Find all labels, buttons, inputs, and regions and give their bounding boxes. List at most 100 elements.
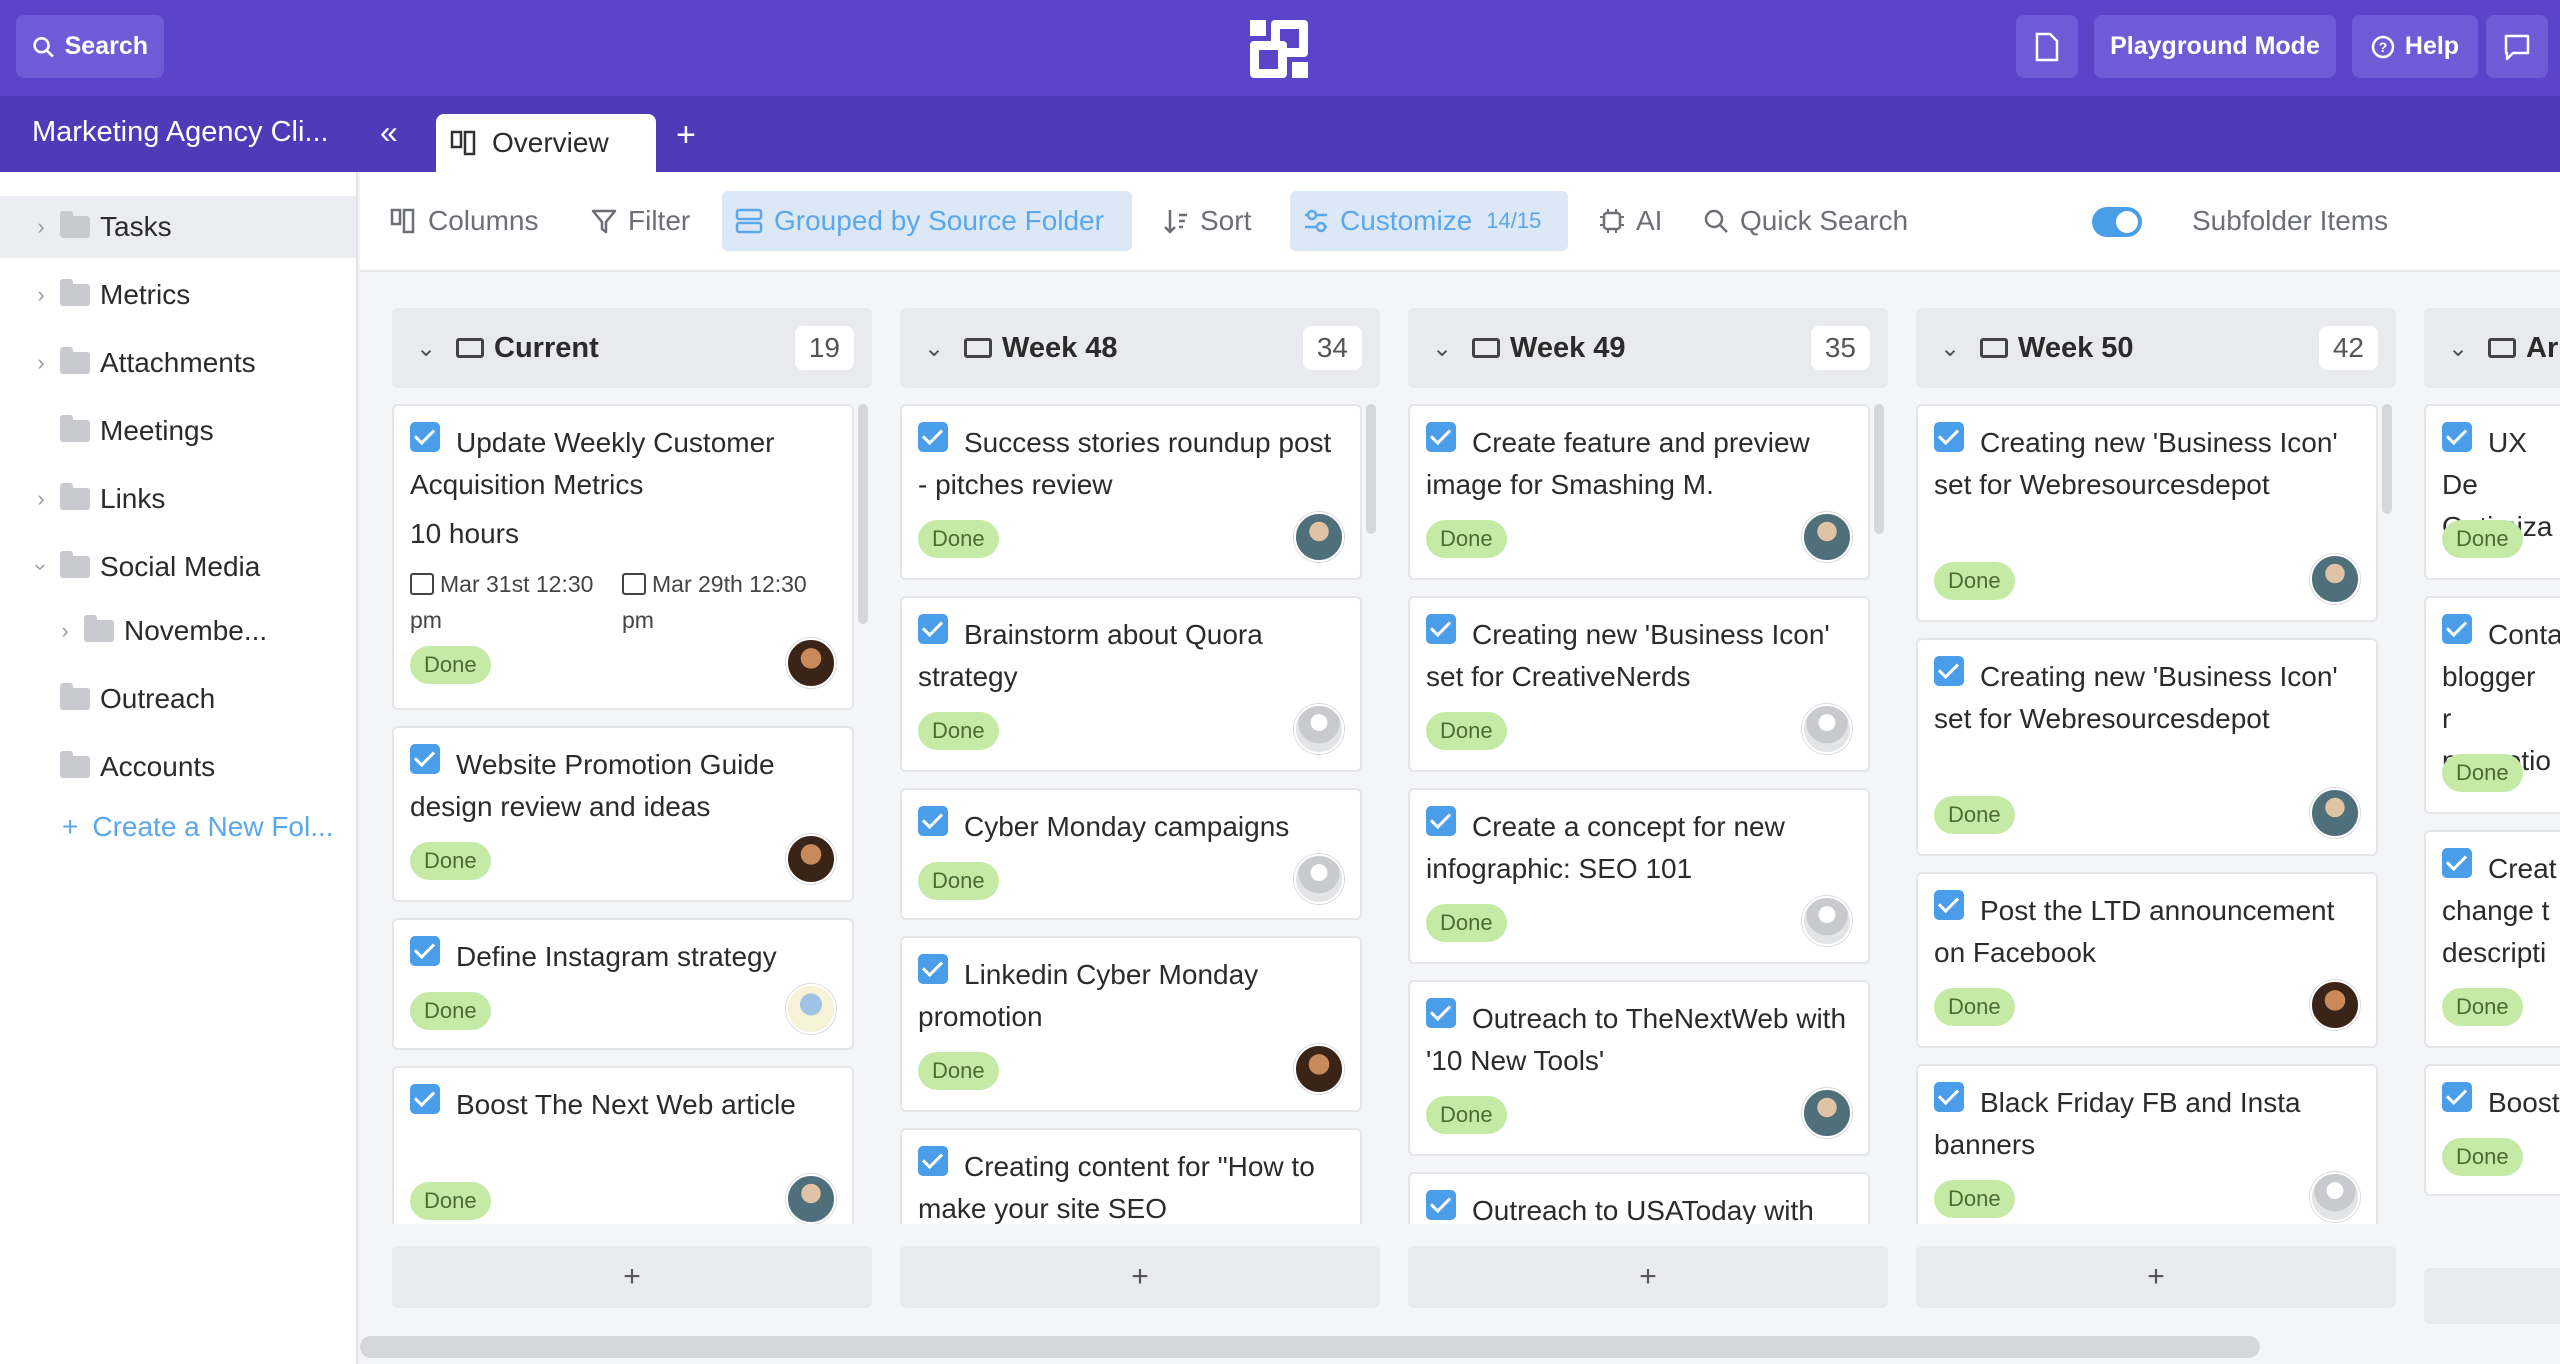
avatar[interactable] bbox=[786, 638, 836, 688]
customize-button[interactable]: Customize 14/15 bbox=[1290, 191, 1568, 251]
sidebar-item-outreach[interactable]: Outreach bbox=[0, 668, 356, 730]
task-card[interactable]: Post the LTD announcement on Facebook Do… bbox=[1916, 872, 2378, 1048]
task-card[interactable]: Creating content for "How to make your s… bbox=[900, 1128, 1362, 1224]
column-header[interactable]: ⌄ Ar bbox=[2424, 308, 2560, 388]
avatar[interactable] bbox=[786, 834, 836, 884]
task-card[interactable]: Cyber Monday campaigns Done bbox=[900, 788, 1362, 920]
status-badge[interactable]: Done bbox=[1934, 1180, 2015, 1218]
task-card[interactable]: Create feature and preview image for Sma… bbox=[1408, 404, 1870, 580]
column-header[interactable]: ⌄ Current 19 bbox=[392, 308, 872, 388]
task-card[interactable]: Linkedin Cyber Monday promotion Done bbox=[900, 936, 1362, 1112]
help-button[interactable]: ? Help bbox=[2352, 15, 2478, 78]
add-card-button[interactable]: + bbox=[900, 1246, 1380, 1308]
add-tab-button[interactable]: + bbox=[676, 116, 696, 155]
subfolder-items-toggle[interactable] bbox=[2092, 207, 2142, 237]
chevron-down-icon[interactable]: ⌄ bbox=[2448, 334, 2478, 363]
task-card[interactable]: Creating new 'Business Icon' set for Cre… bbox=[1408, 596, 1870, 772]
collapse-sidebar-icon[interactable]: « bbox=[380, 114, 398, 151]
avatar[interactable] bbox=[786, 984, 836, 1034]
column-scrollbar[interactable] bbox=[858, 404, 868, 624]
add-card-button[interactable]: + bbox=[392, 1246, 872, 1308]
ai-button[interactable]: AI bbox=[1586, 191, 1674, 251]
task-card[interactable]: Brainstorm about Quora strategy Done bbox=[900, 596, 1362, 772]
status-badge[interactable]: Done bbox=[2442, 520, 2523, 558]
avatar[interactable] bbox=[786, 1174, 836, 1224]
chevron-down-icon[interactable]: ⌄ bbox=[924, 334, 954, 363]
column-scrollbar[interactable] bbox=[2382, 404, 2392, 514]
tab-overview[interactable]: Overview bbox=[436, 114, 656, 172]
status-badge[interactable]: Done bbox=[410, 842, 491, 880]
sidebar-item-attachments[interactable]: › Attachments bbox=[0, 332, 356, 394]
sidebar-item-metrics[interactable]: › Metrics bbox=[0, 264, 356, 326]
document-button[interactable] bbox=[2016, 15, 2078, 78]
search-button[interactable]: Search bbox=[16, 15, 164, 78]
task-card[interactable]: Website Promotion Guide design review an… bbox=[392, 726, 854, 902]
avatar[interactable] bbox=[1802, 1088, 1852, 1138]
chevron-down-icon[interactable]: ⌄ bbox=[1432, 334, 1462, 363]
task-card[interactable]: Black Friday FB and Insta banners Done bbox=[1916, 1064, 2378, 1224]
column-header[interactable]: ⌄ Week 50 42 bbox=[1916, 308, 2396, 388]
sidebar-item-links[interactable]: › Links bbox=[0, 468, 356, 530]
filter-button[interactable]: Filter bbox=[578, 191, 702, 251]
workspace-title[interactable]: Marketing Agency Cli... bbox=[32, 116, 329, 149]
status-badge[interactable]: Done bbox=[1934, 562, 2015, 600]
sidebar-item-meetings[interactable]: Meetings bbox=[0, 400, 356, 462]
task-card[interactable]: Boost Done bbox=[2424, 1064, 2560, 1196]
status-badge[interactable]: Done bbox=[410, 1182, 491, 1220]
avatar[interactable] bbox=[2310, 554, 2360, 604]
status-badge[interactable]: Done bbox=[918, 712, 999, 750]
avatar[interactable] bbox=[1802, 896, 1852, 946]
avatar[interactable] bbox=[1294, 512, 1344, 562]
task-card[interactable]: Conta blogger r promotio Done bbox=[2424, 596, 2560, 814]
task-card[interactable]: Creat change t descripti Done bbox=[2424, 830, 2560, 1048]
task-card[interactable]: Outreach to TheNextWeb with '10 New Tool… bbox=[1408, 980, 1870, 1156]
avatar[interactable] bbox=[1802, 704, 1852, 754]
task-card[interactable]: Create a concept for new infographic: SE… bbox=[1408, 788, 1870, 964]
task-card[interactable]: Define Instagram strategy Done bbox=[392, 918, 854, 1050]
task-card[interactable]: Creating new 'Business Icon' set for Web… bbox=[1916, 404, 2378, 622]
status-badge[interactable]: Done bbox=[2442, 754, 2523, 792]
column-scrollbar[interactable] bbox=[1366, 404, 1376, 534]
chat-button[interactable] bbox=[2486, 15, 2548, 78]
avatar[interactable] bbox=[2310, 1172, 2360, 1222]
status-badge[interactable]: Done bbox=[1426, 712, 1507, 750]
add-card-button[interactable]: + bbox=[1916, 1246, 2396, 1308]
chevron-right-icon[interactable]: › bbox=[30, 486, 52, 512]
chevron-down-icon[interactable]: ⌄ bbox=[416, 334, 446, 363]
status-badge[interactable]: Done bbox=[918, 1052, 999, 1090]
sidebar-item-accounts[interactable]: Accounts bbox=[0, 736, 356, 798]
task-card[interactable]: Boost The Next Web article Done bbox=[392, 1066, 854, 1224]
status-badge[interactable]: Done bbox=[2442, 988, 2523, 1026]
quick-search-button[interactable]: Quick Search bbox=[1690, 191, 1920, 251]
status-badge[interactable]: Done bbox=[1426, 520, 1507, 558]
avatar[interactable] bbox=[1294, 854, 1344, 904]
board-horizontal-scrollbar[interactable] bbox=[360, 1336, 2260, 1358]
status-badge[interactable]: Done bbox=[2442, 1138, 2523, 1176]
chevron-right-icon[interactable]: › bbox=[30, 282, 52, 308]
add-card-button[interactable] bbox=[2424, 1268, 2560, 1324]
columns-button[interactable]: Columns bbox=[378, 191, 550, 251]
status-badge[interactable]: Done bbox=[918, 520, 999, 558]
create-folder-button[interactable]: + Create a New Fol... bbox=[0, 796, 356, 858]
column-scrollbar[interactable] bbox=[1874, 404, 1884, 534]
status-badge[interactable]: Done bbox=[918, 862, 999, 900]
chevron-right-icon[interactable]: › bbox=[30, 214, 52, 240]
sidebar-item-tasks[interactable]: › Tasks bbox=[0, 196, 356, 258]
task-card[interactable]: Update Weekly Customer Acquisition Metri… bbox=[392, 404, 854, 710]
grouped-by-button[interactable]: Grouped by Source Folder bbox=[722, 191, 1132, 251]
task-card[interactable]: Success stories roundup post - pitches r… bbox=[900, 404, 1362, 580]
status-badge[interactable]: Done bbox=[1426, 904, 1507, 942]
status-badge[interactable]: Done bbox=[410, 992, 491, 1030]
chevron-down-icon[interactable]: › bbox=[28, 556, 54, 578]
add-card-button[interactable]: + bbox=[1408, 1246, 1888, 1308]
sidebar-item-november[interactable]: › Novembe... bbox=[0, 600, 356, 662]
avatar[interactable] bbox=[2310, 788, 2360, 838]
status-badge[interactable]: Done bbox=[410, 646, 491, 684]
column-header[interactable]: ⌄ Week 48 34 bbox=[900, 308, 1380, 388]
task-card[interactable]: UX De Optimiza Done bbox=[2424, 404, 2560, 580]
chevron-right-icon[interactable]: › bbox=[30, 350, 52, 376]
sort-button[interactable]: Sort bbox=[1150, 191, 1263, 251]
chevron-down-icon[interactable]: ⌄ bbox=[1940, 334, 1970, 363]
status-badge[interactable]: Done bbox=[1934, 988, 2015, 1026]
chevron-right-icon[interactable]: › bbox=[54, 618, 76, 644]
